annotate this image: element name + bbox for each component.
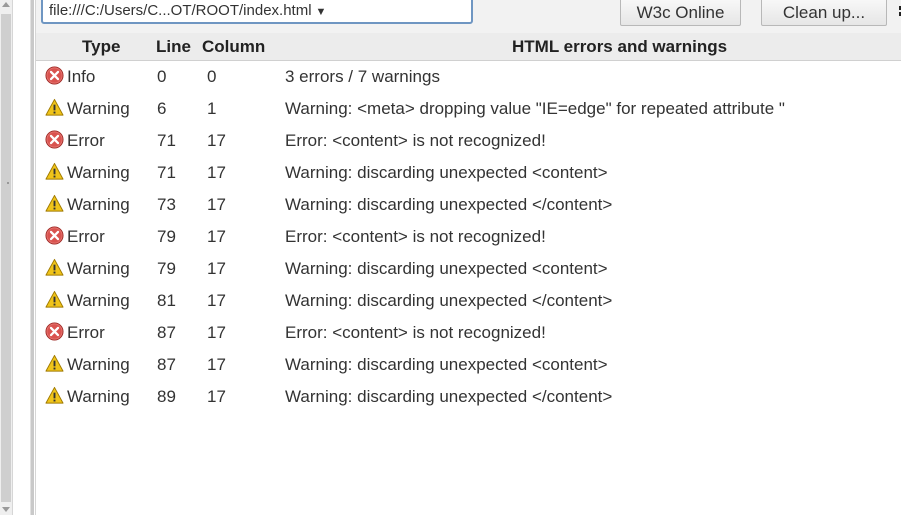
warning-icon (45, 258, 64, 277)
row-line: 71 (157, 163, 176, 182)
row-type: Error (67, 323, 105, 342)
dropdown-arrow-icon[interactable]: ▼ (316, 2, 327, 22)
table-row[interactable]: Warning 89 17 Warning: discarding unexpecte… (36, 383, 901, 415)
row-column: 17 (207, 355, 226, 374)
row-line: 87 (157, 323, 176, 342)
file-path-value: file:///C:/Users/C...OT/ROOT/index.html (49, 2, 312, 19)
file-select[interactable]: file:///C:/Users/C...OT/ROOT/index.html ▼ (41, 0, 473, 24)
error-icon (45, 322, 64, 341)
panel-divider[interactable] (30, 0, 34, 515)
error-icon (45, 226, 64, 245)
row-line: 71 (157, 131, 176, 150)
row-type: Warning (67, 99, 130, 118)
row-line: 79 (157, 227, 176, 246)
row-line: 87 (157, 355, 176, 374)
table-row[interactable]: Warning 71 17 Warning: discarding unexpecte… (36, 159, 901, 191)
toolbar: file:///C:/Users/C...OT/ROOT/index.html ▼… (36, 0, 901, 33)
row-column: 17 (207, 291, 226, 310)
warning-icon (45, 194, 64, 213)
row-type: Warning (67, 163, 130, 182)
results-list: Info 0 0 3 errors / 7 warnings Warning 6 1 Warn… (36, 63, 901, 415)
row-line: 0 (157, 67, 167, 86)
row-message: 3 errors / 7 warnings (285, 67, 440, 86)
warning-icon (45, 98, 64, 117)
row-column: 17 (207, 387, 226, 406)
row-type: Warning (67, 355, 130, 374)
warning-icon (45, 290, 64, 309)
table-row[interactable]: Error 71 17 Error: <content> is not recogni… (36, 127, 901, 159)
row-type: Warning (67, 259, 130, 278)
row-line: 81 (157, 291, 176, 310)
column-header-line[interactable]: Line (156, 37, 191, 57)
row-message: Warning: discarding unexpected </content… (285, 291, 613, 310)
row-type: Info (67, 67, 96, 86)
row-type: Warning (67, 195, 130, 214)
row-message: Error: <content> is not recognized! (285, 323, 546, 342)
warning-icon (45, 162, 64, 181)
row-type: Warning (67, 291, 130, 310)
row-column: 17 (207, 323, 226, 342)
row-message: Warning: discarding unexpected <content> (285, 163, 608, 182)
row-column: 17 (207, 259, 226, 278)
row-message: Warning: discarding unexpected </content… (285, 387, 613, 406)
warning-icon (45, 354, 64, 373)
row-line: 79 (157, 259, 176, 278)
row-type: Warning (67, 387, 130, 406)
divider-grip (7, 182, 9, 184)
column-header-column[interactable]: Column (202, 37, 265, 57)
row-message: Warning: <meta> dropping value "IE=edge"… (285, 99, 785, 118)
row-column: 1 (207, 99, 217, 118)
row-type: Error (67, 131, 105, 150)
column-header-type[interactable]: Type (82, 37, 120, 57)
html-validator-panel: file:///C:/Users/C...OT/ROOT/index.html ▼… (0, 0, 901, 515)
row-message: Warning: discarding unexpected <content> (285, 259, 608, 278)
left-scrollbar[interactable] (0, 0, 13, 515)
row-column: 17 (207, 227, 226, 246)
table-header: Type Line Column HTML errors and warning… (36, 33, 901, 61)
row-message: Error: <content> is not recognized! (285, 227, 546, 246)
row-message: Error: <content> is not recognized! (285, 131, 546, 150)
w3c-online-button[interactable]: W3c Online (620, 0, 741, 26)
row-column: 17 (207, 163, 226, 182)
row-line: 73 (157, 195, 176, 214)
table-row[interactable]: Info 0 0 3 errors / 7 warnings (36, 63, 901, 95)
row-column: 17 (207, 195, 226, 214)
table-row[interactable]: Warning 81 17 Warning: discarding unexpecte… (36, 287, 901, 319)
row-line: 89 (157, 387, 176, 406)
error-icon (45, 130, 64, 149)
warning-icon (45, 386, 64, 405)
row-column: 0 (207, 67, 217, 86)
scroll-up-icon[interactable] (2, 2, 10, 7)
scrollbar-thumb[interactable] (1, 14, 11, 502)
table-row[interactable]: Warning 73 17 Warning: discarding unexpecte… (36, 191, 901, 223)
table-row[interactable]: Warning 87 17 Warning: discarding unexpecte… (36, 351, 901, 383)
row-type: Error (67, 227, 105, 246)
clean-up-button[interactable]: Clean up... (761, 0, 887, 26)
row-message: Warning: discarding unexpected </content… (285, 195, 613, 214)
column-header-message[interactable]: HTML errors and warnings (512, 37, 727, 57)
table-row[interactable]: Error 87 17 Error: <content> is not recogni… (36, 319, 901, 351)
table-row[interactable]: Error 79 17 Error: <content> is not recogni… (36, 223, 901, 255)
table-row[interactable]: Warning 6 1 Warning: <meta> dropping value … (36, 95, 901, 127)
row-line: 6 (157, 99, 167, 118)
table-row[interactable]: Warning 79 17 Warning: discarding unexpecte… (36, 255, 901, 287)
row-column: 17 (207, 131, 226, 150)
row-message: Warning: discarding unexpected <content> (285, 355, 608, 374)
scroll-down-icon[interactable] (2, 507, 10, 512)
error-icon (45, 66, 64, 85)
